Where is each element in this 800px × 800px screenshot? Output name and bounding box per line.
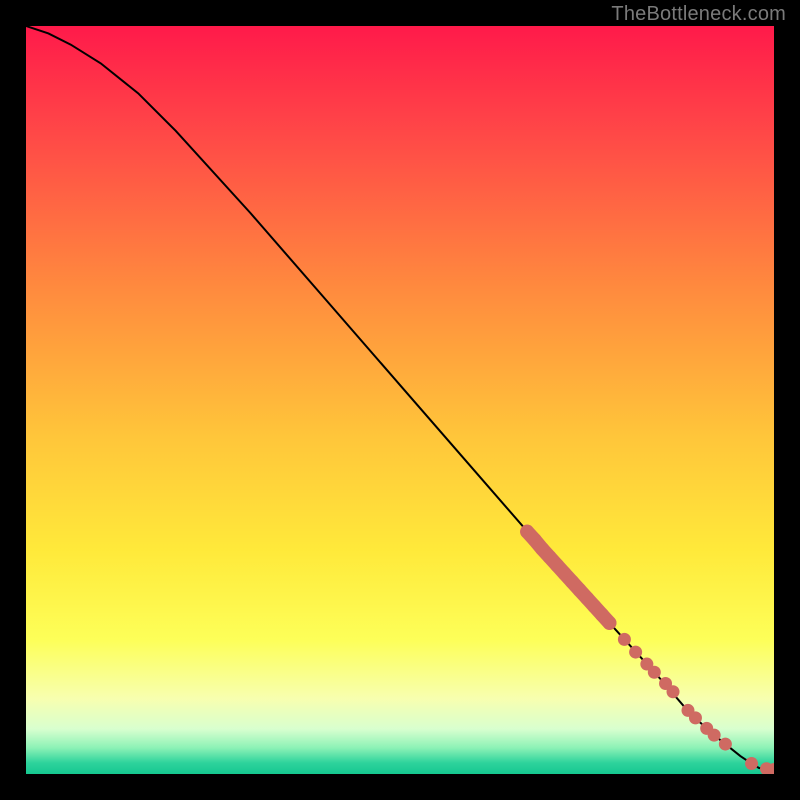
data-marker — [689, 711, 702, 724]
data-marker — [648, 666, 661, 679]
chart-container: TheBottleneck.com — [0, 0, 800, 800]
data-marker — [708, 729, 721, 742]
data-marker — [719, 738, 732, 751]
data-marker — [629, 646, 642, 659]
data-marker — [602, 616, 616, 630]
heat-background — [26, 26, 774, 774]
chart-svg — [26, 26, 774, 774]
data-marker — [745, 757, 758, 770]
data-marker — [618, 633, 631, 646]
plot-area — [26, 26, 774, 774]
data-marker — [667, 685, 680, 698]
attribution-text: TheBottleneck.com — [611, 3, 786, 26]
